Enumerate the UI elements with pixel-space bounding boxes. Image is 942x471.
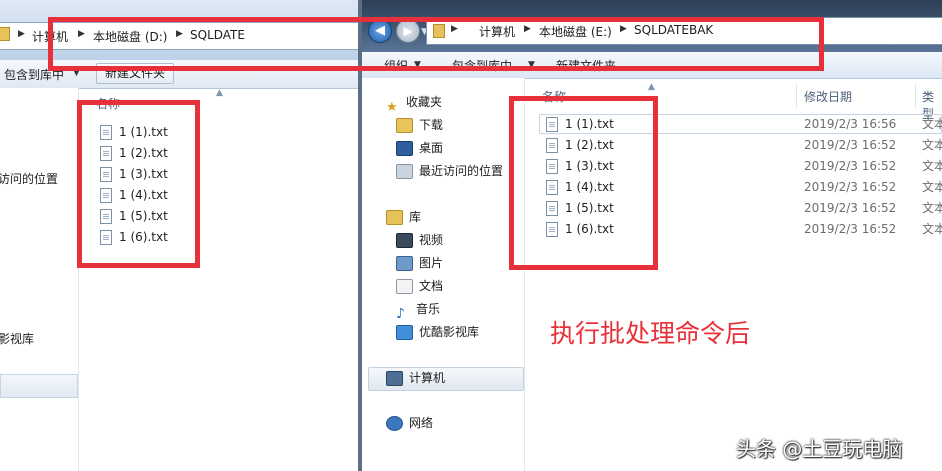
nav-item-label: 最近访问的位置	[419, 164, 504, 178]
column-header-modified[interactable]: 修改日期	[804, 88, 852, 105]
left-navigation-pane: 访问的位置 影视库	[0, 88, 79, 471]
nav-item-youku-library[interactable]: 优酷影视库	[396, 321, 479, 344]
left-files-highlight-box	[77, 100, 200, 268]
nav-item-label: 下载	[419, 118, 444, 132]
watermark: 头条 @土豆玩电脑	[736, 437, 903, 461]
file-type: 文本	[922, 201, 942, 215]
nav-computer-label: 计算机	[409, 371, 446, 385]
nav-item-desktop[interactable]: 桌面	[396, 137, 443, 160]
nav-item-music[interactable]: ♪ 音乐	[396, 298, 441, 322]
nav-item-label: 视频	[419, 233, 444, 247]
pictures-icon	[396, 256, 413, 271]
nav-item-downloads[interactable]: 下载	[396, 114, 443, 137]
nav-computer[interactable]: 计算机	[386, 367, 445, 390]
nav-favorites[interactable]: ★ 收藏夹	[386, 91, 443, 115]
library-icon	[386, 210, 403, 225]
recent-places-icon	[396, 164, 413, 179]
file-type: 文本	[922, 138, 942, 152]
youku-library-icon	[396, 325, 413, 340]
desktop-icon	[396, 141, 413, 156]
file-type: 文本	[922, 222, 942, 236]
column-separator[interactable]	[915, 84, 916, 108]
sort-arrow-icon: ▲	[216, 88, 223, 98]
file-type: 文本	[922, 180, 942, 194]
nav-network-label: 网络	[409, 416, 434, 430]
chevron-right-icon: ▶	[18, 29, 25, 39]
sort-arrow-icon: ▲	[648, 82, 655, 92]
nav-item-documents[interactable]: 文档	[396, 275, 443, 298]
file-type: 文本	[922, 159, 942, 173]
file-modified: 2019/2/3 16:52	[804, 201, 897, 215]
star-icon: ★	[386, 100, 398, 115]
nav-item-recent-places[interactable]: 访问的位置	[0, 168, 58, 191]
nav-item-youku-library[interactable]: 影视库	[0, 328, 34, 351]
nav-network[interactable]: 网络	[386, 412, 433, 435]
file-modified: 2019/2/3 16:52	[804, 159, 897, 173]
nav-item-label: 音乐	[416, 302, 441, 316]
video-icon	[396, 233, 413, 248]
file-type: 文本	[922, 117, 942, 131]
file-modified: 2019/2/3 16:56	[804, 117, 897, 131]
folder-icon	[0, 27, 10, 41]
music-note-icon: ♪	[396, 306, 405, 322]
nav-item-videos[interactable]: 视频	[396, 229, 443, 252]
nav-item-label: 图片	[419, 256, 444, 270]
annotation-text: 执行批处理命令后	[550, 319, 751, 348]
nav-favorites-label: 收藏夹	[406, 95, 443, 109]
file-modified: 2019/2/3 16:52	[804, 222, 897, 236]
nav-item-pictures[interactable]: 图片	[396, 252, 443, 275]
file-modified: 2019/2/3 16:52	[804, 180, 897, 194]
download-folder-icon	[396, 118, 413, 133]
nav-item-label: 文档	[419, 279, 444, 293]
nav-libraries-label: 库	[409, 210, 422, 224]
right-files-highlight-box	[509, 96, 658, 270]
nav-item-label: 桌面	[419, 141, 444, 155]
file-modified: 2019/2/3 16:52	[804, 138, 897, 152]
address-highlight-box	[48, 17, 824, 71]
nav-libraries[interactable]: 库	[386, 206, 421, 229]
right-navigation-pane: ★ 收藏夹 下载 桌面 最近访问的位置 库 视频 图片 文档 ♪ 音乐 优酷影视库	[362, 78, 524, 471]
nav-item-label: 优酷影视库	[419, 325, 480, 339]
column-separator[interactable]	[796, 84, 797, 108]
documents-icon	[396, 279, 413, 294]
nav-item-computer-selected[interactable]	[0, 374, 78, 398]
network-icon	[386, 416, 403, 431]
computer-icon	[386, 371, 403, 386]
nav-item-recent-places[interactable]: 最近访问的位置	[396, 160, 503, 183]
